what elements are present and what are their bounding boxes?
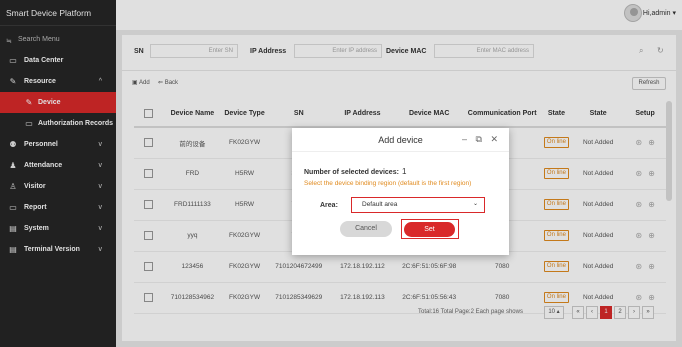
- area-select[interactable]: Default area ⌄: [351, 197, 485, 213]
- selected-devices-count: 1: [401, 167, 407, 176]
- dialog-window-controls[interactable]: – ⧉ ✕: [462, 134, 501, 145]
- area-select-value: Default area: [362, 201, 398, 208]
- cancel-button[interactable]: Cancel: [340, 221, 392, 237]
- selected-devices-label: Number of selected devices:: [304, 169, 399, 176]
- chevron-down-icon: ⌄: [472, 201, 478, 207]
- selected-devices-text: Number of selected devices: 1: [304, 167, 406, 176]
- set-button[interactable]: Set: [404, 221, 455, 237]
- area-label: Area:: [320, 202, 338, 209]
- region-hint: Select the device binding region (defaul…: [304, 180, 472, 187]
- dialog-header: Add device – ⧉ ✕: [292, 128, 509, 152]
- add-device-dialog: Add device – ⧉ ✕ Number of selected devi…: [292, 128, 509, 255]
- set-button-highlight: Set: [401, 219, 459, 239]
